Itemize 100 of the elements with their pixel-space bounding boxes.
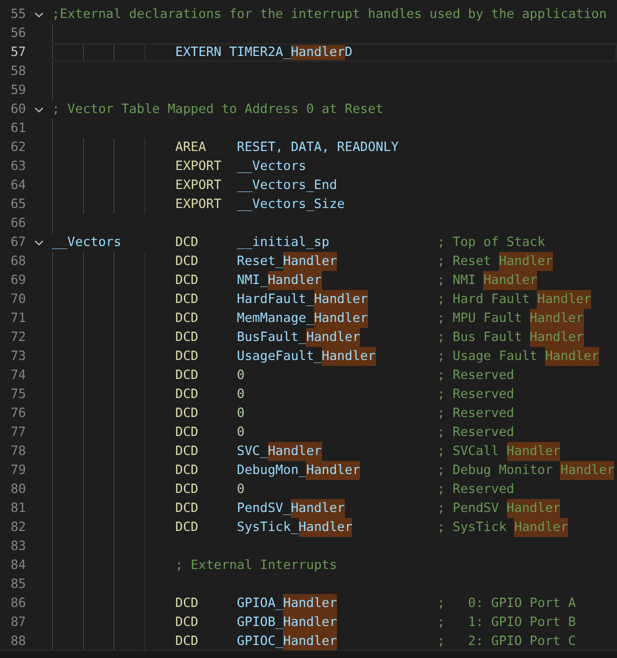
code-identifier: __initial_sp <box>236 234 330 252</box>
code-keyword: DCD <box>175 329 200 347</box>
code-keyword: DCD <box>175 633 200 650</box>
line-number: 64 <box>10 177 26 195</box>
line-number: 76 <box>10 405 26 423</box>
code-comment: ; Reserved <box>437 367 516 385</box>
code-number: 0 <box>236 424 246 442</box>
code-comment: ; Hard Fault Handler <box>437 290 592 309</box>
code-comment: ;External declarations for the interrupt handles used by the application <box>52 6 608 24</box>
line-number: 71 <box>10 310 26 328</box>
line-number: 85 <box>10 576 26 594</box>
code-identifier: EXTERN TIMER2A_HandlerD <box>175 45 354 60</box>
line-number: 60 <box>10 101 26 119</box>
code-keyword: DCD <box>175 500 200 518</box>
line-number: 69 <box>10 272 26 290</box>
line-number: 70 <box>10 291 26 309</box>
horizontal-scrollbar[interactable] <box>0 650 617 658</box>
code-identifier: SysTick_Handler <box>236 518 354 537</box>
code-comment: ; Bus Fault Handler <box>437 328 585 347</box>
code-comment: ; SysTick Handler <box>437 518 570 537</box>
line-number: 66 <box>10 215 26 233</box>
code-comment: ; Debug Monitor Handler <box>437 461 616 480</box>
code-comment: ; 0: GPIO Port A <box>437 595 577 613</box>
code-number: 0 <box>236 386 246 404</box>
code-identifier: NMI_Handler <box>236 271 323 290</box>
line-number: 77 <box>10 424 26 442</box>
code-identifier: GPIOC_Handler <box>236 632 338 650</box>
code-keyword: DCD <box>175 405 200 423</box>
line-number: 87 <box>10 614 26 632</box>
line-number: 75 <box>10 386 26 404</box>
code-identifier: MemManage_Handler <box>236 309 369 328</box>
line-number: 79 <box>10 462 26 480</box>
code-number: 0 <box>236 405 246 423</box>
code-identifier: Reset_Handler <box>236 252 338 271</box>
line-number: 72 <box>10 329 26 347</box>
code-identifier: __Vectors_End <box>236 177 338 195</box>
code-comment: ; Reset Handler <box>437 252 554 271</box>
code-identifier: DebugMon_Handler <box>236 461 362 480</box>
code-keyword: EXPORT <box>175 196 222 214</box>
code-identifier: SVC_Handler <box>236 442 323 461</box>
code-identifier: HardFault_Handler <box>236 290 369 309</box>
line-number: 65 <box>10 196 26 214</box>
line-number: 68 <box>10 253 26 271</box>
line-number: 58 <box>10 63 26 81</box>
code-keyword: DCD <box>175 291 200 309</box>
code-keyword: DCD <box>175 595 200 613</box>
code-comment: ; Reserved <box>437 481 516 499</box>
code-identifier: __Vectors <box>52 234 122 252</box>
line-number: 62 <box>10 139 26 157</box>
line-number: 61 <box>10 120 26 138</box>
code-keyword: DCD <box>175 386 200 404</box>
code-comment: ; NMI Handler <box>437 271 538 290</box>
line-number: 82 <box>10 519 26 537</box>
code-keyword: DCD <box>175 614 200 632</box>
line-number: 80 <box>10 481 26 499</box>
code-keyword: DCD <box>175 519 200 537</box>
code-keyword: DCD <box>175 253 200 271</box>
code-identifier: __Vectors <box>236 158 308 176</box>
code-comment: ; Reserved <box>437 386 516 404</box>
code-comment: ; Vector Table Mapped to Address 0 at Reset <box>52 101 384 119</box>
code-comment: ; Reserved <box>437 424 516 442</box>
line-number: 57 <box>10 44 26 62</box>
code-identifier: GPIOB_Handler <box>236 613 338 632</box>
code-comment: ; External Interrupts <box>175 557 338 575</box>
code-identifier: GPIOA_Handler <box>236 594 338 613</box>
code-identifier: BusFault_Handler <box>236 328 362 347</box>
code-keyword: DCD <box>175 310 200 328</box>
code-keyword: DCD <box>175 481 200 499</box>
code-keyword: DCD <box>175 234 200 252</box>
code-comment: ; 1: GPIO Port B <box>437 614 577 632</box>
code-comment: ; Reserved <box>437 405 516 423</box>
line-number: 74 <box>10 367 26 385</box>
line-number: 83 <box>10 538 26 556</box>
indent-guides <box>52 24 53 43</box>
code-comment: ; SVCall Handler <box>437 442 562 461</box>
line-number: 84 <box>10 557 26 575</box>
line-number: 86 <box>10 595 26 613</box>
code-comment: ; MPU Fault Handler <box>437 309 585 328</box>
line-number: 88 <box>10 633 26 650</box>
code-keyword: EXPORT <box>175 177 222 195</box>
code-keyword: DCD <box>175 424 200 442</box>
code-comment: ; 2: GPIO Port C <box>437 633 577 650</box>
line-number: 56 <box>10 25 26 43</box>
line-number: 67 <box>10 234 26 252</box>
code-number: 0 <box>236 481 246 499</box>
code-comment: ; Top of Stack <box>437 234 546 252</box>
line-number: 59 <box>10 82 26 100</box>
code-identifier: __Vectors_Size <box>236 196 346 214</box>
code-comment: ; Usage Fault Handler <box>437 347 600 366</box>
code-identifier: RESET, DATA, READONLY <box>236 139 400 157</box>
line-number: 78 <box>10 443 26 461</box>
line-number: 73 <box>10 348 26 366</box>
line-number: 55 <box>10 6 26 24</box>
code-keyword: DCD <box>175 462 200 480</box>
line-number: 81 <box>10 500 26 518</box>
code-keyword: DCD <box>175 367 200 385</box>
code-identifier: UsageFault_Handler <box>236 347 377 366</box>
code-keyword: DCD <box>175 443 200 461</box>
code-keyword: EXPORT <box>175 158 222 176</box>
code-keyword: DCD <box>175 272 200 290</box>
